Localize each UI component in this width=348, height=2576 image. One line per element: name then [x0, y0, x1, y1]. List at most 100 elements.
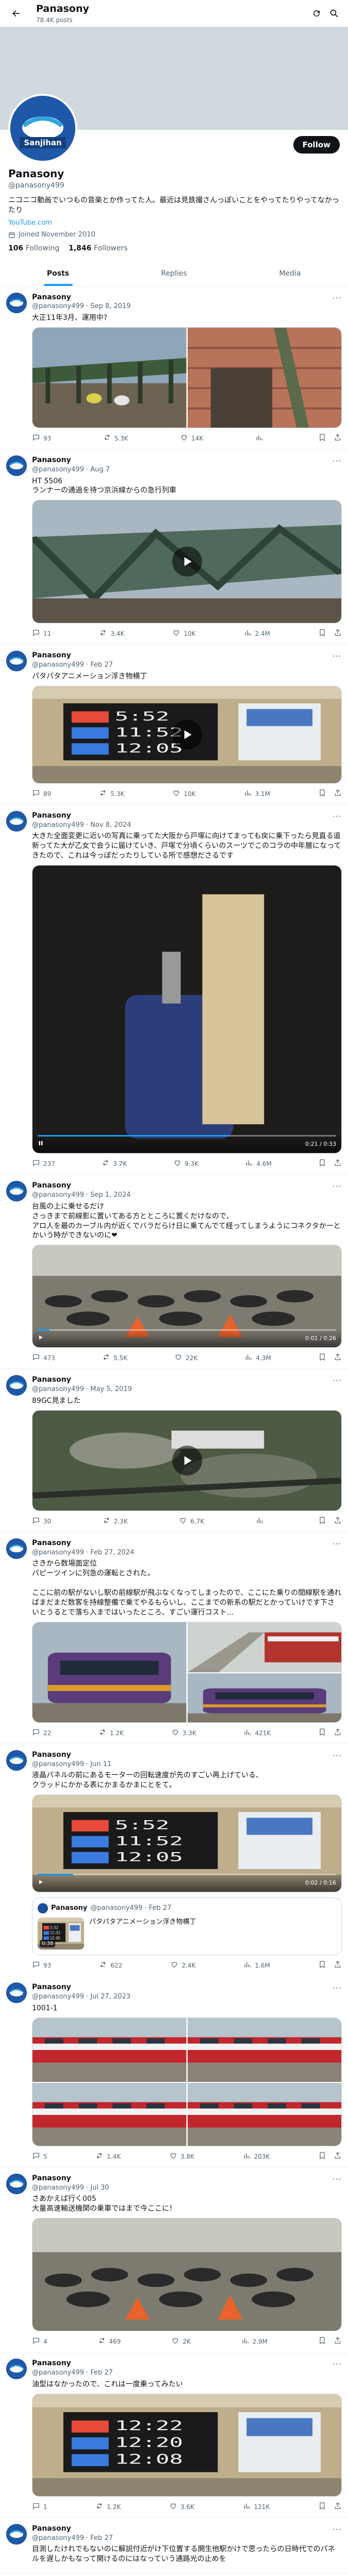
bookmark-icon[interactable]: [318, 2336, 326, 2347]
tweet-avatar[interactable]: [6, 810, 27, 832]
bookmark-icon[interactable]: [318, 1728, 326, 1738]
tweet-author-name[interactable]: Panasony: [32, 1181, 131, 1191]
like-button[interactable]: 6.7K: [179, 1516, 204, 1527]
like-button[interactable]: 14K: [180, 433, 203, 444]
share-icon[interactable]: [334, 1728, 342, 1738]
more-options-icon[interactable]: ···: [333, 2359, 342, 2370]
play-small-icon[interactable]: [38, 1334, 44, 1343]
tweet-media[interactable]: [32, 2017, 342, 2146]
tweet-media[interactable]: [32, 2218, 342, 2332]
tweet[interactable]: Panasony @panasony499 · Aug 7 ··· HT 5506 ラ…: [0, 449, 348, 645]
share-icon[interactable]: [334, 789, 342, 799]
reply-button[interactable]: 22: [32, 1728, 51, 1738]
tweet-media[interactable]: 5:52 11:52 12:05 0:02 / 0:16: [32, 1794, 342, 1893]
reply-button[interactable]: 93: [32, 1960, 51, 1971]
tweet-avatar[interactable]: [6, 455, 27, 477]
tweet-media[interactable]: [32, 1621, 342, 1723]
tweet-author-name[interactable]: Panasony: [32, 651, 113, 660]
tweet[interactable]: Panasony @panasony499 · Nov 8, 2024 ··· 大きた…: [0, 805, 348, 1175]
like-button[interactable]: 3.8K: [169, 2151, 194, 2162]
like-button[interactable]: 22K: [174, 1353, 197, 1363]
reply-button[interactable]: 5: [32, 2151, 47, 2162]
views-button[interactable]: 4.3M: [244, 1353, 271, 1363]
like-button[interactable]: 2.4K: [170, 1960, 195, 1971]
like-button[interactable]: 2K: [171, 2336, 191, 2347]
reply-button[interactable]: 89: [32, 789, 51, 799]
share-icon[interactable]: [334, 2151, 342, 2162]
repost-button[interactable]: 3.7K: [102, 1159, 127, 1169]
views-button[interactable]: 421K: [243, 1728, 271, 1738]
bookmark-icon[interactable]: [318, 433, 326, 444]
tweet-media[interactable]: [32, 500, 342, 624]
refresh-icon[interactable]: [308, 5, 325, 22]
bookmark-icon[interactable]: [318, 1960, 326, 1971]
share-icon[interactable]: [334, 1516, 342, 1527]
search-icon[interactable]: [325, 5, 343, 22]
tweet-media[interactable]: 12:22 12:20 12:08: [32, 2393, 342, 2497]
tab-posts[interactable]: Posts: [0, 261, 116, 286]
views-button[interactable]: 1.6M: [243, 1960, 270, 1971]
tab-media[interactable]: Media: [232, 261, 348, 286]
bookmark-icon[interactable]: [318, 1353, 326, 1363]
more-options-icon[interactable]: ···: [333, 1375, 342, 1386]
more-options-icon[interactable]: ···: [333, 1982, 342, 1994]
share-icon[interactable]: [334, 1960, 342, 1971]
views-button[interactable]: 2.9M: [241, 2336, 268, 2347]
play-icon[interactable]: [172, 547, 202, 577]
profile-link[interactable]: YouTube.com: [8, 218, 340, 228]
tweet-author-name[interactable]: Panasony: [32, 455, 110, 465]
avatar[interactable]: Sanjihan: [8, 94, 77, 163]
reply-button[interactable]: 30: [32, 1516, 51, 1527]
tweet[interactable]: Panasony @panasony499 · Sep 8, 2019 ··· 大正1…: [0, 286, 348, 450]
tweet[interactable]: Panasony @panasony499 · Feb 27, 2024 ··· さき…: [0, 1532, 348, 1744]
tab-replies[interactable]: Replies: [116, 261, 232, 286]
tweet-avatar[interactable]: [6, 2523, 27, 2545]
play-icon[interactable]: [172, 1445, 202, 1476]
tweet-author-name[interactable]: Panasony: [32, 2524, 113, 2534]
quote-thumbnail[interactable]: 5:52 11:52 12:05 0:38: [38, 1918, 84, 1950]
tweet-avatar[interactable]: [6, 292, 27, 313]
reply-button[interactable]: 11: [32, 629, 51, 639]
tweet-media[interactable]: 0:01 / 0:26: [32, 1245, 342, 1348]
tweet-avatar[interactable]: [6, 2359, 27, 2380]
tweet-author-name[interactable]: Panasony: [32, 293, 131, 302]
play-small-icon[interactable]: [38, 1879, 44, 1888]
bookmark-icon[interactable]: [318, 1516, 326, 1527]
share-icon[interactable]: [334, 2336, 342, 2347]
pause-icon[interactable]: [38, 1140, 44, 1149]
like-button[interactable]: 9.3K: [173, 1159, 198, 1169]
tweet-author-name[interactable]: Panasony: [32, 2359, 113, 2368]
tweet-author-name[interactable]: Panasony: [32, 2174, 109, 2183]
tweet-media[interactable]: [32, 1410, 342, 1511]
more-options-icon[interactable]: ···: [333, 651, 342, 662]
repost-button[interactable]: 5.3K: [99, 789, 124, 799]
repost-button[interactable]: 2.3K: [103, 1516, 128, 1527]
tweet-media[interactable]: 0:21 / 0:33: [32, 865, 342, 1154]
share-icon[interactable]: [334, 629, 342, 639]
tweet-avatar[interactable]: [6, 1375, 27, 1396]
bookmark-icon[interactable]: [318, 2151, 326, 2162]
repost-button[interactable]: 1.2K: [95, 2502, 121, 2512]
views-button[interactable]: 4.6M: [245, 1159, 272, 1169]
tweet-avatar[interactable]: [6, 1750, 27, 1771]
quoted-tweet[interactable]: Panasony @panasony499 · Feb 27 5:52 11:52 12…: [32, 1897, 342, 1956]
tweet-media[interactable]: [32, 327, 342, 428]
like-button[interactable]: 3.3K: [171, 1728, 196, 1738]
tweet[interactable]: Panasony @panasony499 · Jul 27, 2023 ··· 10…: [0, 1976, 348, 2167]
tweet-avatar[interactable]: [6, 1538, 27, 1559]
like-button[interactable]: 10K: [172, 629, 195, 639]
tweet-avatar[interactable]: [6, 651, 27, 672]
like-button[interactable]: 10K: [172, 789, 195, 799]
views-button[interactable]: [256, 1516, 267, 1527]
tweet[interactable]: Panasony @panasony499 · Jul 30 ··· さあかえば行く0…: [0, 2167, 348, 2353]
share-icon[interactable]: [334, 433, 342, 444]
reply-button[interactable]: 4: [32, 2336, 47, 2347]
tweet[interactable]: Panasony @panasony499 · Sep 1, 2024 ··· 台風の…: [0, 1175, 348, 1369]
tweet[interactable]: Panasony @panasony499 · Feb 27 ··· 油型はなかったの…: [0, 2352, 348, 2518]
tweet[interactable]: Panasony @panasony499 · Jun 11 ··· 液晶パネルの前に…: [0, 1744, 348, 1977]
bookmark-icon[interactable]: [318, 789, 326, 799]
tweet-author-name[interactable]: Panasony: [32, 811, 131, 821]
tweet[interactable]: Panasony @panasony499 · Feb 27 ··· パタパタアニメー…: [0, 645, 348, 805]
views-button[interactable]: 2.4M: [244, 629, 270, 639]
tweet-avatar[interactable]: [6, 1982, 27, 2004]
